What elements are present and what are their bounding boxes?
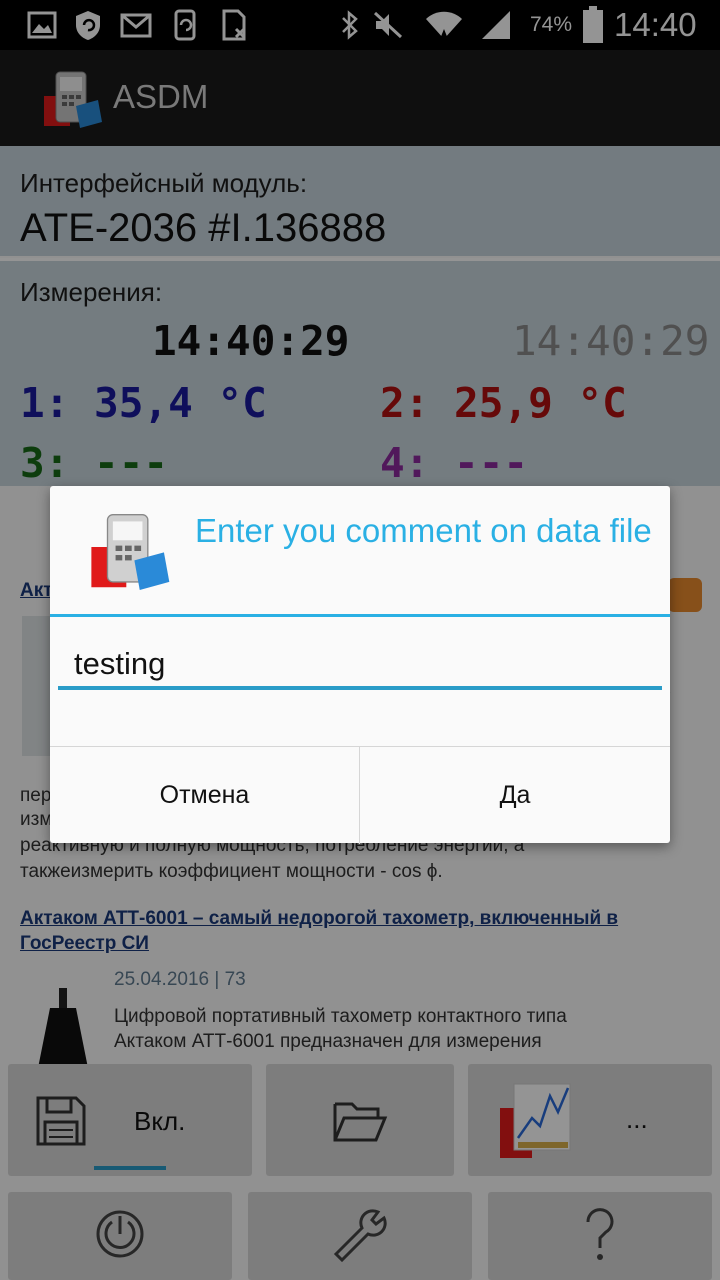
dialog-title: Enter you comment on data file (195, 512, 652, 549)
comment-input-underline (58, 686, 662, 690)
dialog-button-row: Отмена Да (50, 746, 670, 844)
cancel-button[interactable]: Отмена (50, 747, 360, 844)
comment-input[interactable] (58, 634, 662, 694)
ok-button[interactable]: Да (360, 747, 670, 844)
dialog-title-divider (50, 614, 670, 617)
app-logo-icon (91, 514, 170, 590)
comment-dialog: Enter you comment on data file Отмена Да (50, 486, 670, 844)
